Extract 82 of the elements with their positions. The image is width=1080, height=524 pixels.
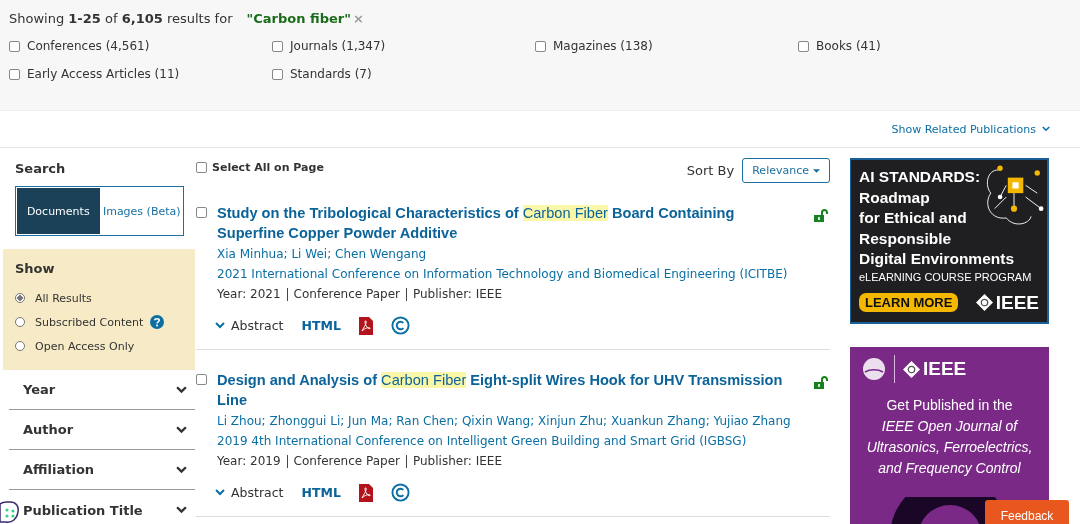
checkbox[interactable] xyxy=(535,40,546,52)
sort-dropdown[interactable]: Relevance xyxy=(742,158,830,183)
radio-button[interactable] xyxy=(15,293,25,303)
ad-headline-line: AI STANDARDS: xyxy=(859,167,981,187)
radio-label: All Results xyxy=(35,291,92,305)
checkbox[interactable] xyxy=(9,40,20,52)
ad-headline-line: Digital Environments xyxy=(859,249,1015,269)
checkbox-label: Select All on Page xyxy=(212,161,324,174)
checkbox[interactable] xyxy=(196,162,207,173)
year-text: Year: 2021 xyxy=(217,286,281,303)
chevron-down-icon[interactable] xyxy=(176,465,187,474)
filter-heading[interactable]: Affiliation xyxy=(23,462,95,477)
venue-link[interactable]: 2019 4th International Conference on Intelligent Green Building and Smart Grid (IGBSG) xyxy=(217,431,804,451)
document-type: Conference Paper xyxy=(293,286,400,303)
abstract-toggle[interactable]: Abstract xyxy=(215,485,284,500)
brand-name: IEEE xyxy=(995,291,1039,314)
ad-headline-line: for Ethical and xyxy=(859,208,967,228)
checkbox-label: Journals (1,347) xyxy=(290,39,386,53)
ad-subtitle: eLEARNING COURSE PROGRAM xyxy=(859,270,1033,283)
ad-text: IEEE Open Journal of xyxy=(881,417,1018,436)
ad-text: Ultrasonics, Ferroelectrics, xyxy=(866,438,1033,457)
section-heading: Search xyxy=(15,161,67,176)
section-heading: Show xyxy=(15,261,56,276)
copyright-icon[interactable] xyxy=(390,316,410,335)
checkbox[interactable] xyxy=(272,40,283,52)
search-type-tab[interactable]: Documents xyxy=(16,187,101,235)
search-query: "Carbon fiber" xyxy=(246,10,351,26)
advertisement-banner[interactable]: AI STANDARDS: Roadmap for Ethical and Responsible Digital Environments eLEARNING COURSE PROGRAM LEARN MORE IEEE xyxy=(850,158,1049,324)
result-title[interactable]: Study on the Tribological Characteristics of Carbon Fiber Board Containing Superfine Copper Powder Additive xyxy=(217,203,804,243)
year-text: Year: 2019 xyxy=(217,453,281,470)
author-list[interactable]: Li Zhou; Zhonggui Li; Jun Ma; Ran Chen; Qixin Wang; Xinjun Zhu; Xuankun Zhang; Yujiao Zhang xyxy=(217,411,804,431)
result-title[interactable]: Design and Analysis of Carbon Fiber Eight-split Wires Hook for UHV Transmission Line xyxy=(217,370,804,410)
checkbox-label: Magazines (138) xyxy=(553,39,653,53)
radio-label: Subscribed Content xyxy=(35,315,144,329)
diamond-logo-icon xyxy=(903,360,920,378)
pdf-icon[interactable] xyxy=(358,483,373,502)
checkbox[interactable] xyxy=(196,207,207,218)
chevron-down-icon[interactable] xyxy=(176,425,187,434)
caret-icon xyxy=(813,168,820,173)
feedback-button[interactable]: Feedback xyxy=(985,500,1069,524)
abstract-toggle[interactable]: Abstract xyxy=(215,318,284,333)
document-type: Conference Paper xyxy=(293,453,400,470)
copyright-icon[interactable] xyxy=(390,483,410,502)
chevron-down-icon[interactable] xyxy=(176,506,187,514)
publisher-text: Publisher: IEEE xyxy=(412,286,502,303)
html-link[interactable]: HTML xyxy=(301,318,341,333)
filter-heading[interactable]: Author xyxy=(23,422,74,437)
filter-heading[interactable]: Publication Title xyxy=(23,502,143,518)
diamond-logo-icon xyxy=(975,294,993,311)
cookie-icon[interactable] xyxy=(0,500,20,524)
chevron-down-icon[interactable] xyxy=(176,385,187,394)
chevron-down-icon xyxy=(1042,126,1050,132)
chevron-down-icon xyxy=(215,322,225,329)
checkbox-label: Standards (7) xyxy=(290,67,372,81)
ad-text: and Frequency Control xyxy=(878,459,1021,478)
radio-label: Open Access Only xyxy=(35,339,135,353)
publisher-text: Publisher: IEEE xyxy=(412,453,502,470)
checkbox-label: Conferences (4,561) xyxy=(27,39,150,53)
venue-link[interactable]: 2021 International Conference on Information Technology and Biomedical Engineering (ICITBE) xyxy=(217,264,804,284)
filter-heading[interactable]: Year xyxy=(23,382,56,397)
related-publications-link[interactable]: Show Related Publications xyxy=(891,122,1050,136)
results-summary: Showing 1-25 of 6,105 results for xyxy=(9,10,233,26)
checkbox[interactable] xyxy=(272,68,283,80)
ad-headline-line: Roadmap xyxy=(859,187,930,208)
checkbox[interactable] xyxy=(9,68,20,80)
checkbox-label: Early Access Articles (11) xyxy=(27,67,180,81)
html-link[interactable]: HTML xyxy=(301,485,341,500)
brand-name: IEEE xyxy=(923,358,967,380)
author-list[interactable]: Xia Minhua; Li Wei; Chen Wengang xyxy=(217,244,804,264)
learn-more-button[interactable]: LEARN MORE xyxy=(859,293,959,312)
checkbox[interactable] xyxy=(798,40,809,52)
ad-text: Get Published in the xyxy=(886,396,1013,415)
ad-headline-line: Responsible xyxy=(859,228,952,249)
chevron-down-icon xyxy=(215,489,225,496)
society-logo-icon xyxy=(862,357,886,381)
radio-button[interactable] xyxy=(15,317,25,327)
checkbox[interactable] xyxy=(196,374,207,385)
help-icon[interactable] xyxy=(150,315,165,329)
sort-label: Sort By xyxy=(686,163,735,178)
radio-button[interactable] xyxy=(15,341,25,351)
pdf-icon[interactable] xyxy=(358,316,373,335)
checkbox-label: Books (41) xyxy=(816,39,881,53)
